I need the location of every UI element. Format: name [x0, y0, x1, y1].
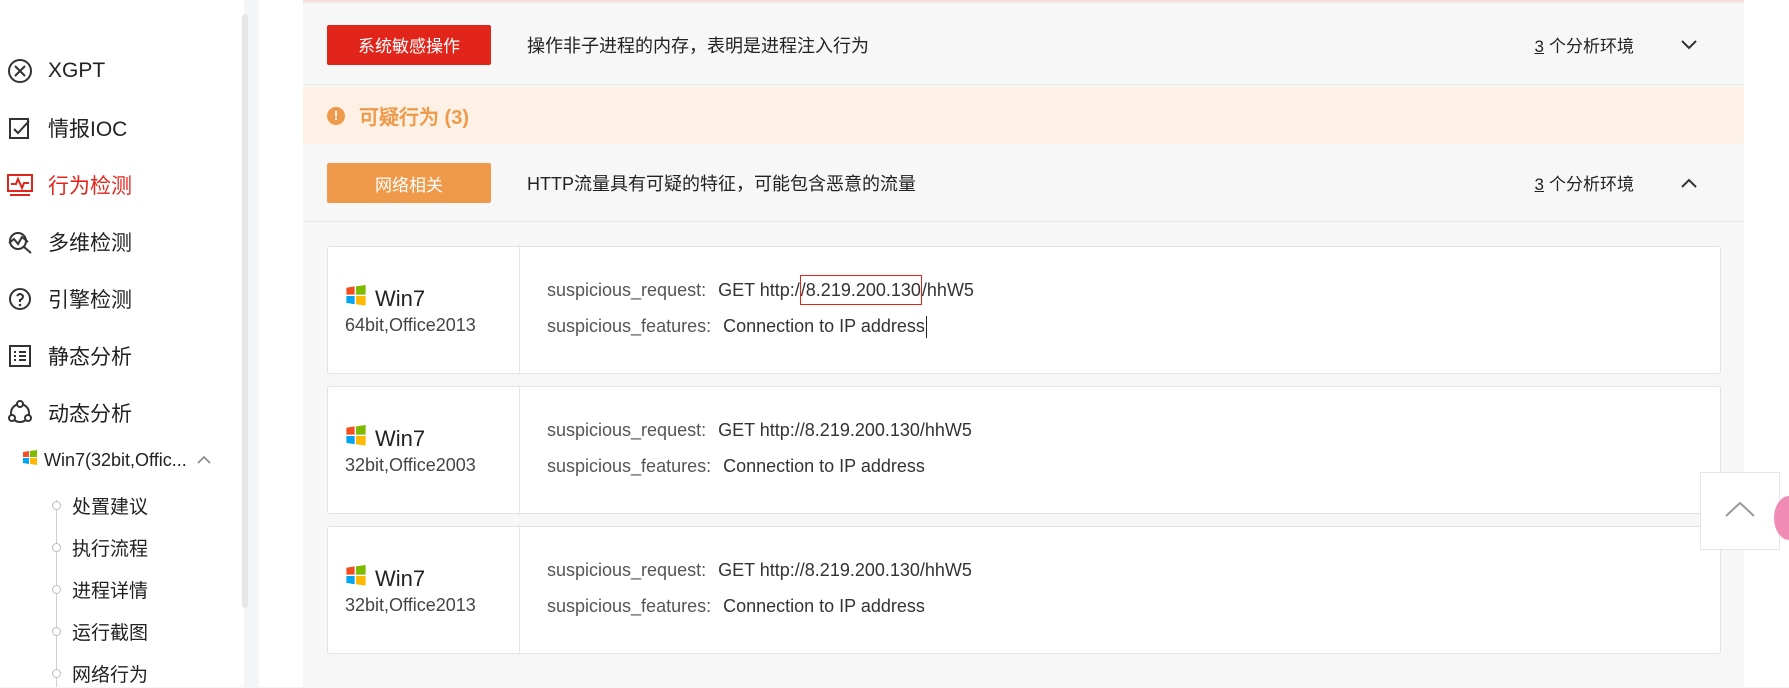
sidebar-scrollbar[interactable] [242, 14, 248, 608]
kv-value: Connection to IP address [723, 596, 925, 616]
env-card: Win7 32bit,Office2003 suspicious_request… [327, 386, 1721, 514]
env-count[interactable]: 3 个分析环境 [1535, 170, 1634, 195]
env-spec: 32bit,Office2013 [345, 595, 476, 615]
sidebar-item-multi[interactable]: 多维检测 [0, 222, 240, 262]
suspicious-features: suspicious_features: Connection to IP add… [547, 316, 927, 339]
row-description: HTTP流量具有可疑的特征，可能包含恶意的流量 [527, 173, 916, 194]
env-count[interactable]: 3 个分析环境 [1535, 32, 1634, 57]
monitor-pulse-icon [5, 170, 35, 200]
chevron-up-icon [1723, 499, 1757, 524]
os-name: Win7 [345, 565, 425, 593]
os-label: Win7 [375, 286, 426, 311]
env-label: Win7(32bit,Offic... [44, 449, 187, 470]
suspicious-features: suspicious_features: Connection to IP add… [547, 456, 925, 477]
tree-item-screenshot[interactable]: 运行截图 [72, 616, 148, 646]
tree-node [52, 585, 61, 594]
tree-item-network[interactable]: 网络行为 [72, 658, 148, 688]
chevron-up-icon [197, 452, 211, 468]
xgpt-icon [5, 56, 35, 86]
tree-item-flow[interactable]: 执行流程 [72, 532, 148, 562]
env-count-value: 3 [1534, 37, 1544, 56]
multi-detect-icon [5, 227, 35, 257]
kv-value: Connection to IP address [723, 456, 925, 476]
env-card: Win7 64bit,Office2013 suspicious_request… [327, 246, 1721, 374]
windows-logo-icon [345, 285, 367, 313]
tag-sensitive: 系统敏感操作 [327, 24, 491, 65]
share-nodes-icon [5, 398, 35, 428]
env-info: Win7 32bit,Office2013 [328, 527, 520, 653]
suspicious-request: suspicious_request: GET http://8.219.200.… [547, 560, 972, 581]
sidebar-item-dynamic[interactable]: 动态分析 [0, 393, 240, 433]
suspicious-features: suspicious_features: Connection to IP add… [547, 596, 925, 617]
sidebar-item-static[interactable]: 静态分析 [0, 336, 240, 376]
env-count-suffix: 个分析环境 [1549, 37, 1634, 56]
sidebar: XGPT 情报IOC 行为检测 多维检测 引擎检测 静态分析 动态分析 Win7… [0, 0, 244, 687]
env-count-value: 3 [1534, 175, 1544, 194]
sidebar-item-label: 多维检测 [48, 232, 132, 255]
tag-network: 网络相关 [327, 163, 491, 203]
sidebar-item-label: 静态分析 [48, 346, 132, 369]
kv-value: /hhW5 [921, 280, 974, 300]
detail-area: Win7 64bit,Office2013 suspicious_request… [303, 222, 1744, 687]
tree-node [52, 669, 61, 678]
kv-key: suspicious_request: [547, 280, 707, 300]
kv-key: suspicious_request: [547, 420, 707, 440]
tree-node [52, 627, 61, 636]
windows-logo-icon [345, 565, 367, 593]
sidebar-item-engine[interactable]: 引擎检测 [0, 279, 240, 319]
tree-item-advice[interactable]: 处置建议 [72, 490, 148, 520]
sidebar-item-label: 行为检测 [48, 175, 132, 198]
os-name: Win7 [345, 285, 425, 313]
list-icon [5, 341, 35, 371]
text-caret [925, 316, 927, 339]
env-card: Win7 32bit,Office2013 suspicious_request… [327, 526, 1721, 654]
sidebar-item-label: 动态分析 [48, 403, 132, 426]
os-name: Win7 [345, 425, 425, 453]
kv-value: Connection to IP address [723, 316, 925, 336]
behavior-row-sensitive[interactable]: 系统敏感操作 操作非子进程的内存，表明是进程注入行为 3 个分析环境 [303, 5, 1744, 85]
kv-key: suspicious_features: [547, 456, 712, 476]
env-selector[interactable]: Win7(32bit,Offic... [22, 445, 211, 475]
env-count-suffix: 个分析环境 [1549, 175, 1634, 194]
chevron-down-icon[interactable] [1678, 34, 1700, 56]
kv-key: suspicious_features: [547, 596, 712, 616]
env-info: Win7 64bit,Office2013 [328, 247, 520, 373]
main-content: 系统敏感操作 操作非子进程的内存，表明是进程注入行为 3 个分析环境 ! 可疑行为… [259, 0, 1789, 687]
section-suspicious: ! 可疑行为 (3) [303, 87, 1744, 144]
kv-value: GET http://8.219.200.130/hhW5 [718, 560, 972, 580]
sidebar-item-label: XGPT [48, 59, 106, 82]
env-spec: 32bit,Office2003 [345, 455, 476, 475]
behavior-row-network[interactable]: 网络相关 HTTP流量具有可疑的特征，可能包含恶意的流量 3 个分析环境 [303, 144, 1744, 222]
kv-key: suspicious_features: [547, 316, 712, 336]
row-description: 操作非子进程的内存，表明是进程注入行为 [527, 35, 869, 56]
tree-item-process[interactable]: 进程详情 [72, 574, 148, 604]
windows-logo-icon [345, 425, 367, 453]
sidebar-item-behavior[interactable]: 行为检测 [0, 165, 240, 205]
tree-node [52, 543, 61, 552]
sidebar-item-xgpt[interactable]: XGPT [0, 51, 240, 91]
env-info: Win7 32bit,Office2003 [328, 387, 520, 513]
kv-key: suspicious_request: [547, 560, 707, 580]
top-border [303, 0, 1744, 4]
tree-node [52, 501, 61, 510]
exclamation-icon: ! [327, 106, 345, 125]
windows-logo-icon [22, 449, 38, 471]
engine-icon [5, 284, 35, 314]
chevron-up-icon[interactable] [1678, 172, 1700, 194]
back-to-top-button[interactable] [1700, 472, 1780, 550]
os-label: Win7 [375, 426, 426, 451]
kv-value: GET http://8.219.200.130/hhW5 [718, 420, 972, 440]
suspicious-request: suspicious_request: GET http://8.219.200.… [547, 420, 972, 441]
edit-check-icon [5, 113, 35, 143]
kv-value: GET http:/ [718, 280, 800, 300]
sidebar-item-label: 引擎检测 [48, 289, 132, 312]
sidebar-item-ioc[interactable]: 情报IOC [0, 108, 240, 148]
suspicious-request: suspicious_request: GET http://8.219.200.… [547, 275, 974, 305]
os-label: Win7 [375, 566, 426, 591]
highlighted-ip: /8.219.200.130 [799, 275, 922, 305]
sidebar-item-label: 情报IOC [48, 118, 128, 141]
env-spec: 64bit,Office2013 [345, 315, 476, 335]
section-title: 可疑行为 (3) [359, 107, 469, 129]
